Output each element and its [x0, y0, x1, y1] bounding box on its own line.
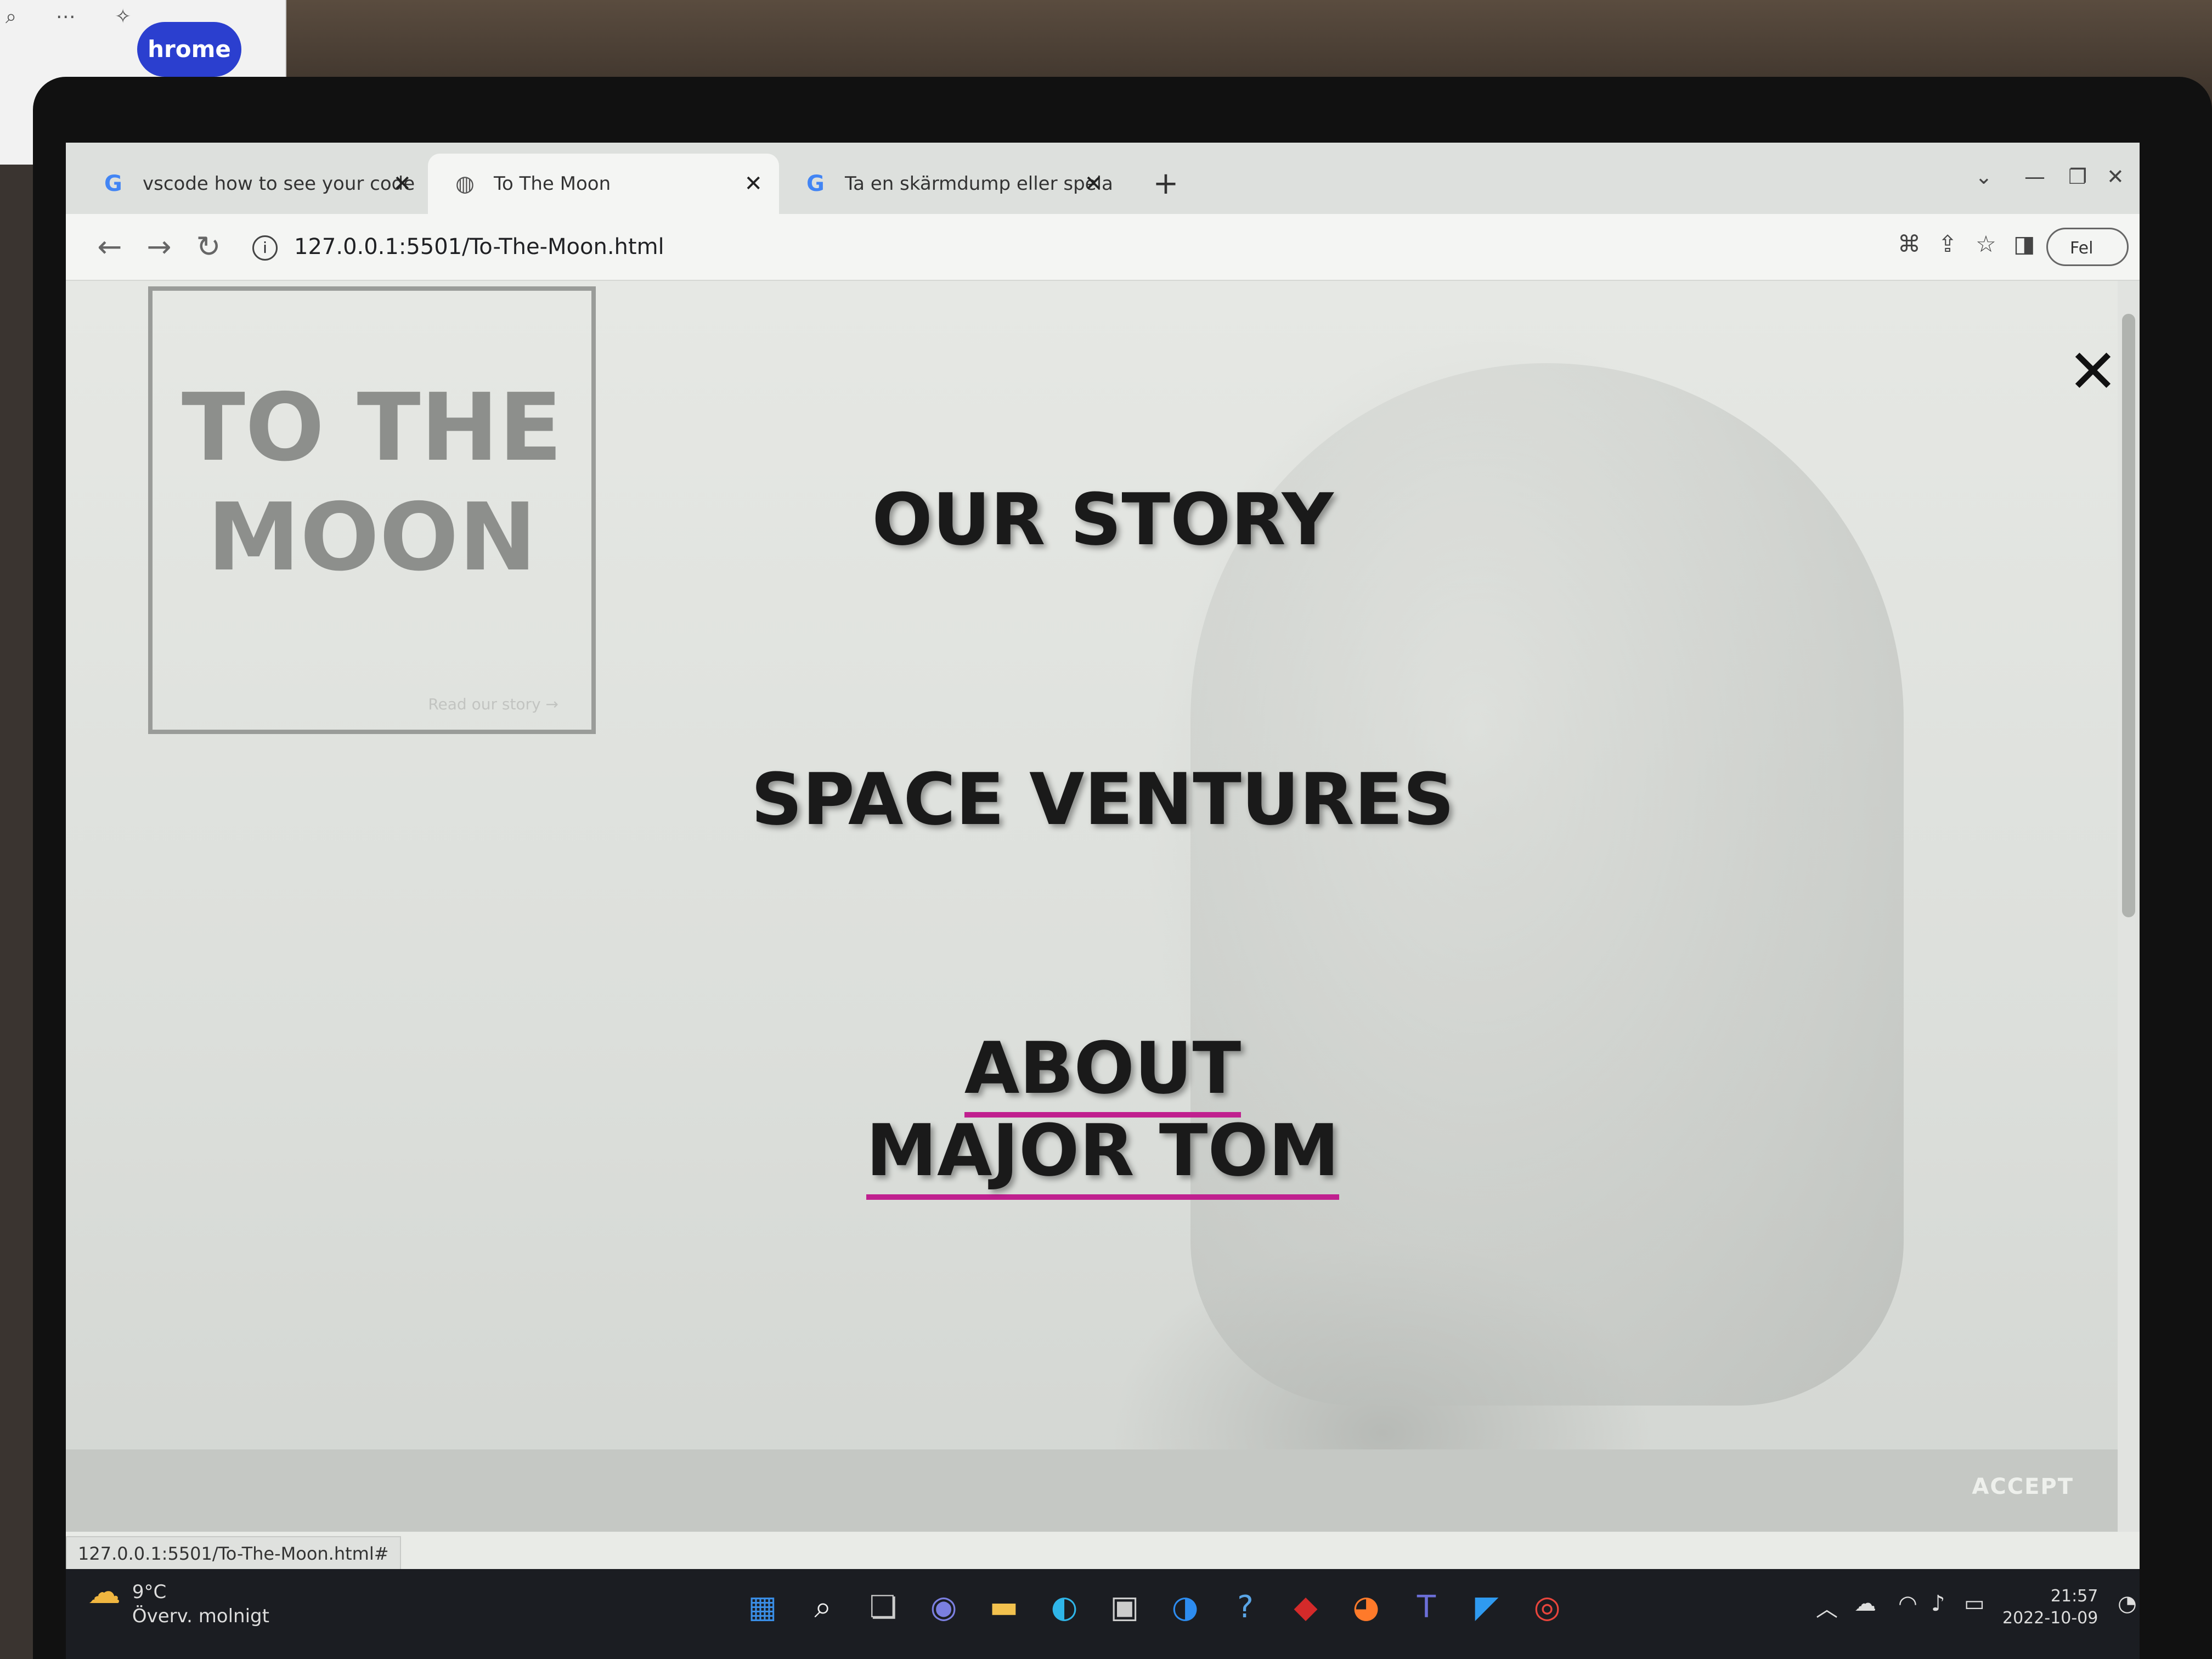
battery-icon[interactable]: ▭ — [1964, 1591, 1985, 1616]
tab-label: To The Moon — [494, 173, 611, 195]
edge-icon[interactable]: ◐ — [1042, 1585, 1086, 1629]
clock[interactable]: 21:57 2022-10-09 — [2002, 1585, 2098, 1629]
teams-icon[interactable]: T — [1404, 1585, 1448, 1629]
chevron-down-icon[interactable]: ⌄ — [1975, 165, 1993, 189]
help-icon[interactable]: ? — [1223, 1585, 1267, 1629]
vscode-icon[interactable]: ◤ — [1465, 1585, 1509, 1629]
google-icon: G — [104, 171, 122, 196]
tab-strip: G vscode how to see your code wo ✕ ◍ To … — [66, 143, 2140, 255]
profile-label: Fel — [2070, 239, 2094, 258]
weather-widget[interactable]: ☁ 9°C Överv. molnigt — [88, 1573, 269, 1628]
clock-date: 2022-10-09 — [2002, 1609, 2098, 1628]
scrollbar-thumb[interactable] — [2122, 314, 2135, 917]
search-icon[interactable]: ⌕ — [801, 1585, 845, 1629]
menu-label-line-1: ABOUT — [964, 1026, 1242, 1118]
restore-icon[interactable]: ❐ — [2068, 165, 2087, 189]
accept-button[interactable]: ACCEPT — [1972, 1474, 2074, 1499]
chrome-icon[interactable]: ◎ — [1525, 1585, 1569, 1629]
laptop-screen: G vscode how to see your code wo ✕ ◍ To … — [66, 143, 2140, 1646]
chevron-up-icon[interactable]: ︿ — [1816, 1591, 1838, 1623]
menu-link-about-major-tom[interactable]: ABOUT MAJOR TOM — [66, 1026, 2140, 1200]
tab-vscode-search[interactable]: G vscode how to see your code wo ✕ — [77, 154, 428, 255]
reload-icon[interactable]: ↻ — [187, 225, 230, 269]
close-window-icon[interactable]: ✕ — [2107, 165, 2124, 189]
background-toolbar-icons: ⌕ ⋯ ✧ — [5, 5, 148, 28]
wifi-icon[interactable]: ◠ — [1898, 1591, 1917, 1616]
google-icon: G — [806, 171, 825, 196]
address-bar[interactable]: i 127.0.0.1:5501/To-The-Moon.html — [241, 225, 1778, 269]
close-icon[interactable]: ✕ — [744, 154, 763, 214]
info-icon[interactable]: i — [252, 235, 278, 261]
taskbar: ☁ 9°C Överv. molnigt ▦ ⌕ ❏ ◉ ▬ ◐ ▣ ◑ ? ◆… — [66, 1569, 2140, 1659]
tab-screenshot-search[interactable]: G Ta en skärmdump eller spela in e ✕ — [779, 154, 1119, 255]
tab-to-the-moon[interactable]: ◍ To The Moon ✕ — [428, 154, 779, 214]
mcafee-icon[interactable]: ◆ — [1284, 1585, 1328, 1629]
task-view-icon[interactable]: ❏ — [861, 1585, 905, 1629]
browser-toolbar: ← → ↻ i 127.0.0.1:5501/To-The-Moon.html ⌘… — [66, 214, 2140, 281]
background-chrome-pill[interactable]: hrome — [137, 22, 241, 77]
weather-temp: 9°C — [132, 1581, 167, 1603]
profile-error-button[interactable]: Fel — [2046, 228, 2129, 266]
edge-dev-icon[interactable]: ◑ — [1163, 1585, 1207, 1629]
teams-chat-icon[interactable]: ◉ — [922, 1585, 966, 1629]
scrollbar[interactable] — [2118, 281, 2140, 1532]
close-icon[interactable]: ✕ — [1084, 154, 1103, 214]
minimize-icon[interactable]: — — [2024, 165, 2045, 189]
star-icon[interactable]: ☆ — [1970, 228, 2002, 261]
close-icon[interactable]: ✕ — [393, 154, 411, 214]
side-panel-icon[interactable]: ◨ — [2008, 228, 2041, 261]
new-tab-button[interactable]: + — [1141, 159, 1190, 208]
file-explorer-icon[interactable]: ▬ — [982, 1585, 1026, 1629]
cloud-sun-icon: ☁ — [88, 1573, 121, 1611]
back-arrow-icon[interactable]: ← — [88, 225, 132, 269]
translate-icon[interactable]: ⌘ — [1893, 228, 1926, 261]
globe-icon: ◍ — [455, 171, 475, 196]
notification-icon[interactable]: ◔ — [2118, 1591, 2137, 1616]
read-story-link[interactable]: Read our story → — [428, 695, 558, 713]
volume-icon[interactable]: ♪ — [1931, 1591, 1945, 1616]
menu-label-line-2: MAJOR TOM — [866, 1109, 1340, 1200]
close-icon[interactable]: ✕ — [2063, 341, 2123, 402]
clock-time: 21:57 — [2050, 1587, 2098, 1606]
logo-line-1: TO THE — [181, 374, 563, 482]
cookie-banner: ACCEPT — [66, 1449, 2140, 1532]
share-icon[interactable]: ⇪ — [1931, 228, 1964, 261]
status-bar-url: 127.0.0.1:5501/To-The-Moon.html# — [66, 1536, 401, 1571]
firefox-icon[interactable]: ◕ — [1344, 1585, 1388, 1629]
forward-arrow-icon[interactable]: → — [137, 225, 181, 269]
weather-description: Överv. molnigt — [132, 1605, 269, 1627]
windows-start-icon[interactable]: ▦ — [741, 1585, 785, 1629]
address-url: 127.0.0.1:5501/To-The-Moon.html — [294, 234, 664, 259]
onedrive-icon[interactable]: ☁ — [1854, 1591, 1876, 1616]
page-viewport: TO THE MOON Read our story → ✕ OUR STORY… — [66, 281, 2140, 1532]
menu-link-our-story[interactable]: OUR STORY — [66, 478, 2140, 561]
store-icon[interactable]: ▣ — [1103, 1585, 1147, 1629]
menu-link-space-ventures[interactable]: SPACE VENTURES — [66, 758, 2140, 840]
